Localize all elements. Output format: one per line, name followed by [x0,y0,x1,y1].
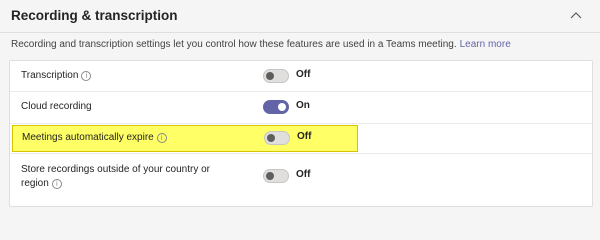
setting-label: Cloud recording [21,100,92,114]
settings-card: Transcription i Off Cloud recording On Me… [9,60,593,207]
toggle-state-label: Off [297,131,312,142]
transcription-toggle[interactable] [263,69,289,83]
toggle-state-label: On [296,100,310,111]
setting-label-line1: Store recordings outside of your country… [21,164,210,175]
info-icon[interactable]: i [51,179,62,189]
toggle-state-label: Off [296,69,311,80]
toggle-knob [267,134,275,142]
info-icon[interactable]: i [81,71,92,81]
setting-row-cloud-recording: Cloud recording On [10,92,592,124]
setting-label-line2: region [21,178,49,189]
highlight-box: Meetings automatically expire i Off [12,125,358,152]
setting-row-transcription: Transcription i Off [10,61,592,92]
toggle-state-label: Off [296,169,311,180]
description-text: Recording and transcription settings let… [11,39,457,50]
section-title: Recording & transcription [11,8,178,23]
store-outside-region-toggle[interactable] [263,169,289,183]
setting-label-text: Meetings automatically expire [22,132,154,143]
section-description: Recording and transcription settings let… [11,39,511,50]
cloud-recording-toggle[interactable] [263,100,289,114]
setting-label: Transcription i [21,69,92,83]
chevron-up-icon[interactable] [567,6,585,24]
setting-label: Meetings automatically expire i [22,131,167,145]
section-header[interactable]: Recording & transcription [0,0,600,33]
meetings-expire-toggle[interactable] [264,131,290,145]
setting-label: Store recordings outside of your country… [21,163,210,191]
toggle-knob [266,72,274,80]
info-icon[interactable]: i [156,133,167,143]
setting-label-text: Cloud recording [21,101,92,112]
toggle-knob [266,172,274,180]
setting-row-store-outside-region: Store recordings outside of your country… [10,154,592,206]
setting-label-text: Transcription [21,70,79,81]
learn-more-link[interactable]: Learn more [460,39,511,50]
toggle-knob [278,103,286,111]
